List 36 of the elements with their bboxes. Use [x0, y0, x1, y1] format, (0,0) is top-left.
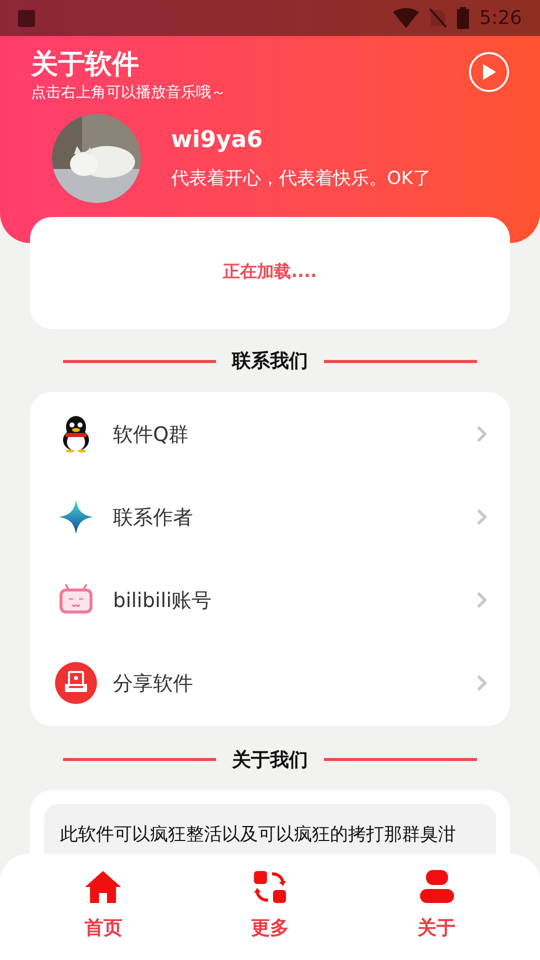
- play-icon: [481, 63, 497, 81]
- profile-name: wi9ya6: [171, 126, 264, 155]
- sparkle-icon: [58, 499, 94, 535]
- nav-tab[interactable]: 关于: [386, 870, 487, 942]
- contact-item[interactable]: 分享软件: [30, 642, 510, 724]
- person-icon: [418, 870, 455, 904]
- no-sim-icon: [429, 8, 448, 28]
- status-time: 5:26: [479, 6, 522, 31]
- swap-grid-icon: [252, 870, 287, 904]
- profile-motto: 代表着开心，代表着快乐。OK了: [171, 167, 431, 191]
- chevron-right-icon: [476, 591, 488, 609]
- contact-item[interactable]: bilibili账号: [30, 558, 510, 642]
- section-title: 关于我们: [232, 748, 308, 772]
- contact-label: bilibili账号: [113, 587, 213, 614]
- chevron-right-icon: [476, 674, 488, 692]
- about-text: 此软件可以疯狂整活以及可以疯狂的拷打那群臭泔: [60, 823, 457, 847]
- chevron-right-icon: [476, 425, 488, 443]
- page-title: 关于软件: [31, 48, 140, 82]
- section-title: 联系我们: [232, 349, 308, 374]
- share-icon: [55, 662, 97, 704]
- play-button[interactable]: [469, 52, 509, 92]
- app-icon: [18, 10, 35, 26]
- nav-tab[interactable]: 首页: [53, 870, 154, 942]
- nav-tab[interactable]: 更多: [220, 870, 320, 942]
- battery-icon: [457, 7, 470, 29]
- contact-label: 软件Q群: [113, 421, 190, 448]
- contact-item[interactable]: 软件Q群: [30, 392, 510, 476]
- tv-icon: [58, 584, 94, 616]
- contact-item[interactable]: 联系作者: [30, 476, 510, 558]
- home-icon: [84, 870, 122, 904]
- wifi-icon: [393, 8, 420, 28]
- page-subtitle: 点击右上角可以播放音乐哦～: [31, 82, 227, 102]
- contact-label: 联系作者: [113, 504, 194, 531]
- loading-text: 正在加载....: [223, 261, 317, 284]
- contact-label: 分享软件: [113, 670, 194, 697]
- chevron-right-icon: [476, 508, 488, 526]
